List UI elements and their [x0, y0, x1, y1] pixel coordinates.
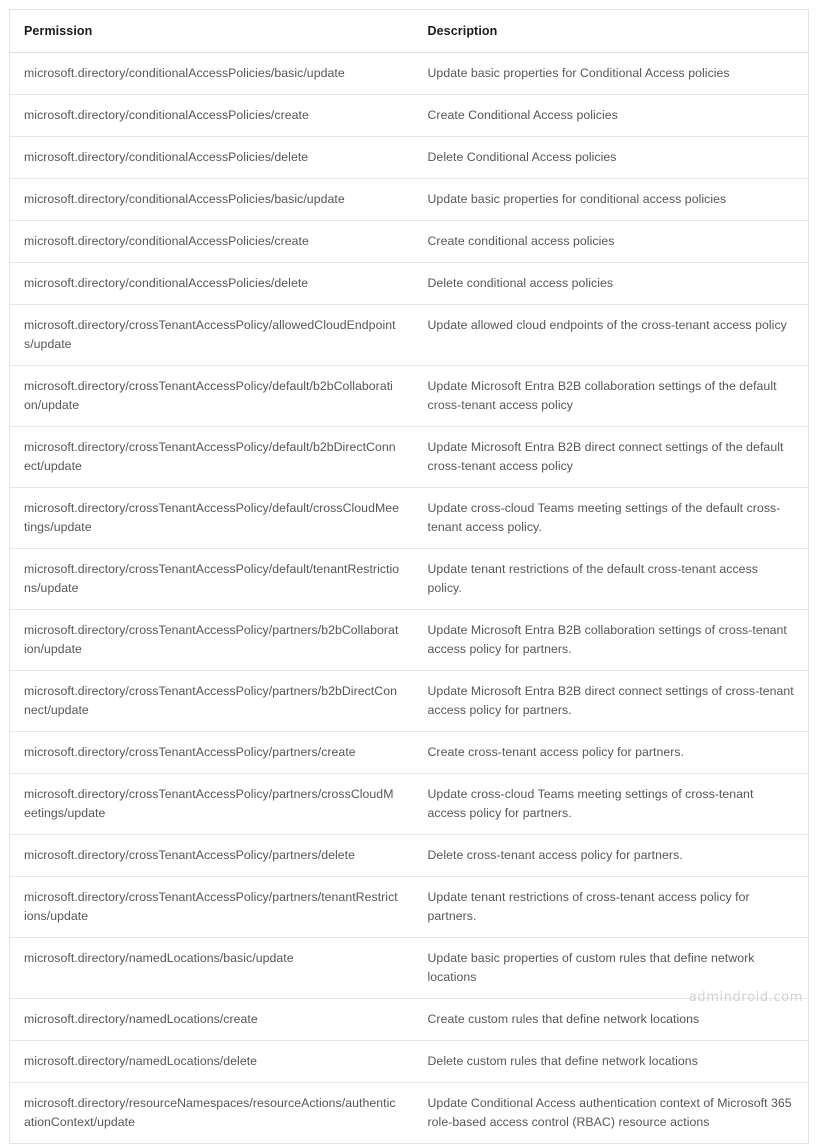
description-cell: Update Microsoft Entra B2B collaboration… [413, 365, 809, 427]
table-row: microsoft.directory/crossTenantAccessPol… [9, 609, 809, 671]
permission-cell: microsoft.directory/conditionalAccessPol… [9, 94, 414, 137]
table-row: microsoft.directory/namedLocations/delet… [9, 1040, 809, 1083]
description-cell: Update cross-cloud Teams meeting setting… [413, 773, 809, 835]
table-row: microsoft.directory/conditionalAccessPol… [9, 262, 809, 305]
permissions-table: Permission Description microsoft.directo… [9, 9, 809, 1144]
description-cell: Update tenant restrictions of the defaul… [413, 548, 809, 610]
table-row: microsoft.directory/crossTenantAccessPol… [9, 773, 809, 835]
permission-cell: microsoft.directory/namedLocations/basic… [9, 937, 414, 999]
table-row: microsoft.directory/crossTenantAccessPol… [9, 426, 809, 488]
description-cell: Update Microsoft Entra B2B direct connec… [413, 426, 809, 488]
permission-cell: microsoft.directory/resourceNamespaces/r… [24, 1096, 396, 1129]
column-header-permission: Permission [9, 9, 414, 53]
permission-cell: microsoft.directory/crossTenantAccessPol… [9, 487, 414, 549]
permission-cell: microsoft.directory/conditionalAccessPol… [9, 178, 414, 221]
permission-cell: microsoft.directory/crossTenantAccessPol… [9, 876, 414, 938]
table-row: microsoft.directory/crossTenantAccessPol… [9, 304, 809, 366]
description-cell: Create Conditional Access policies [413, 94, 809, 137]
description-cell: Update tenant restrictions of cross-tena… [413, 876, 809, 938]
permission-cell: microsoft.directory/crossTenantAccessPol… [9, 670, 414, 732]
description-cell: Delete custom rules that define network … [413, 1040, 809, 1083]
permission-cell: microsoft.directory/conditionalAccessPol… [9, 262, 414, 305]
permission-cell: microsoft.directory/crossTenantAccessPol… [9, 834, 414, 877]
permission-cell: microsoft.directory/crossTenantAccessPol… [9, 365, 414, 427]
permission-cell: microsoft.directory/conditionalAccessPol… [9, 136, 414, 179]
description-cell: Delete cross-tenant access policy for pa… [413, 834, 809, 877]
table-row: microsoft.directory/conditionalAccessPol… [9, 220, 809, 263]
permission-cell: microsoft.directory/crossTenantAccessPol… [9, 773, 414, 835]
description-cell: Update allowed cloud endpoints of the cr… [413, 304, 809, 366]
permission-cell: microsoft.directory/crossTenantAccessPol… [9, 426, 414, 488]
description-cell: Update basic properties for conditional … [413, 178, 809, 221]
description-cell: Update Microsoft Entra B2B direct connec… [413, 670, 809, 732]
permission-cell: microsoft.directory/crossTenantAccessPol… [9, 548, 414, 610]
table-row: microsoft.directory/crossTenantAccessPol… [9, 487, 809, 549]
description-cell: Update Microsoft Entra B2B collaboration… [413, 609, 809, 671]
permissions-page: Permission Description microsoft.directo… [0, 0, 817, 1144]
table-row: microsoft.directory/crossTenantAccessPol… [9, 876, 809, 938]
permission-cell: microsoft.directory/namedLocations/delet… [9, 1040, 414, 1083]
description-cell: Update Conditional Access authentication… [427, 1096, 792, 1129]
permission-cell: microsoft.directory/crossTenantAccessPol… [9, 609, 414, 671]
table-row: microsoft.directory/namedLocations/basic… [9, 937, 809, 999]
permission-cell: microsoft.directory/conditionalAccessPol… [9, 220, 414, 263]
table-row: microsoft.directory/conditionalAccessPol… [9, 178, 809, 221]
description-cell: Delete Conditional Access policies [413, 136, 809, 179]
table-row: microsoft.directory/crossTenantAccessPol… [9, 670, 809, 732]
description-cell: Delete conditional access policies [413, 262, 809, 305]
table-row: microsoft.directory/resourceNamespaces/r… [10, 1083, 809, 1144]
table-row: microsoft.directory/conditionalAccessPol… [9, 94, 809, 137]
permission-cell: microsoft.directory/conditionalAccessPol… [9, 52, 414, 95]
description-cell: Update basic properties for Conditional … [413, 52, 809, 95]
table-row: microsoft.directory/conditionalAccessPol… [9, 52, 809, 95]
table-row: microsoft.directory/namedLocations/creat… [9, 998, 809, 1041]
permission-cell: microsoft.directory/crossTenantAccessPol… [9, 304, 414, 366]
table-row: microsoft.directory/conditionalAccessPol… [9, 136, 809, 179]
table-row: microsoft.directory/crossTenantAccessPol… [9, 731, 809, 774]
table-header: Permission Description [9, 9, 809, 53]
description-cell: Create custom rules that define network … [413, 998, 809, 1041]
table-row: microsoft.directory/crossTenantAccessPol… [9, 834, 809, 877]
column-header-description: Description [413, 9, 809, 53]
description-cell: Create cross-tenant access policy for pa… [413, 731, 809, 774]
table-row: microsoft.directory/crossTenantAccessPol… [9, 365, 809, 427]
description-cell: Create conditional access policies [413, 220, 809, 263]
permission-cell: microsoft.directory/namedLocations/creat… [9, 998, 414, 1041]
table-body: microsoft.directory/conditionalAccessPol… [9, 52, 809, 1144]
table-header-row: Permission Description [9, 9, 809, 53]
table-row: microsoft.directory/crossTenantAccessPol… [9, 548, 809, 610]
permission-cell: microsoft.directory/crossTenantAccessPol… [9, 731, 414, 774]
description-cell: Update cross-cloud Teams meeting setting… [413, 487, 809, 549]
description-cell: Update basic properties of custom rules … [413, 937, 809, 999]
